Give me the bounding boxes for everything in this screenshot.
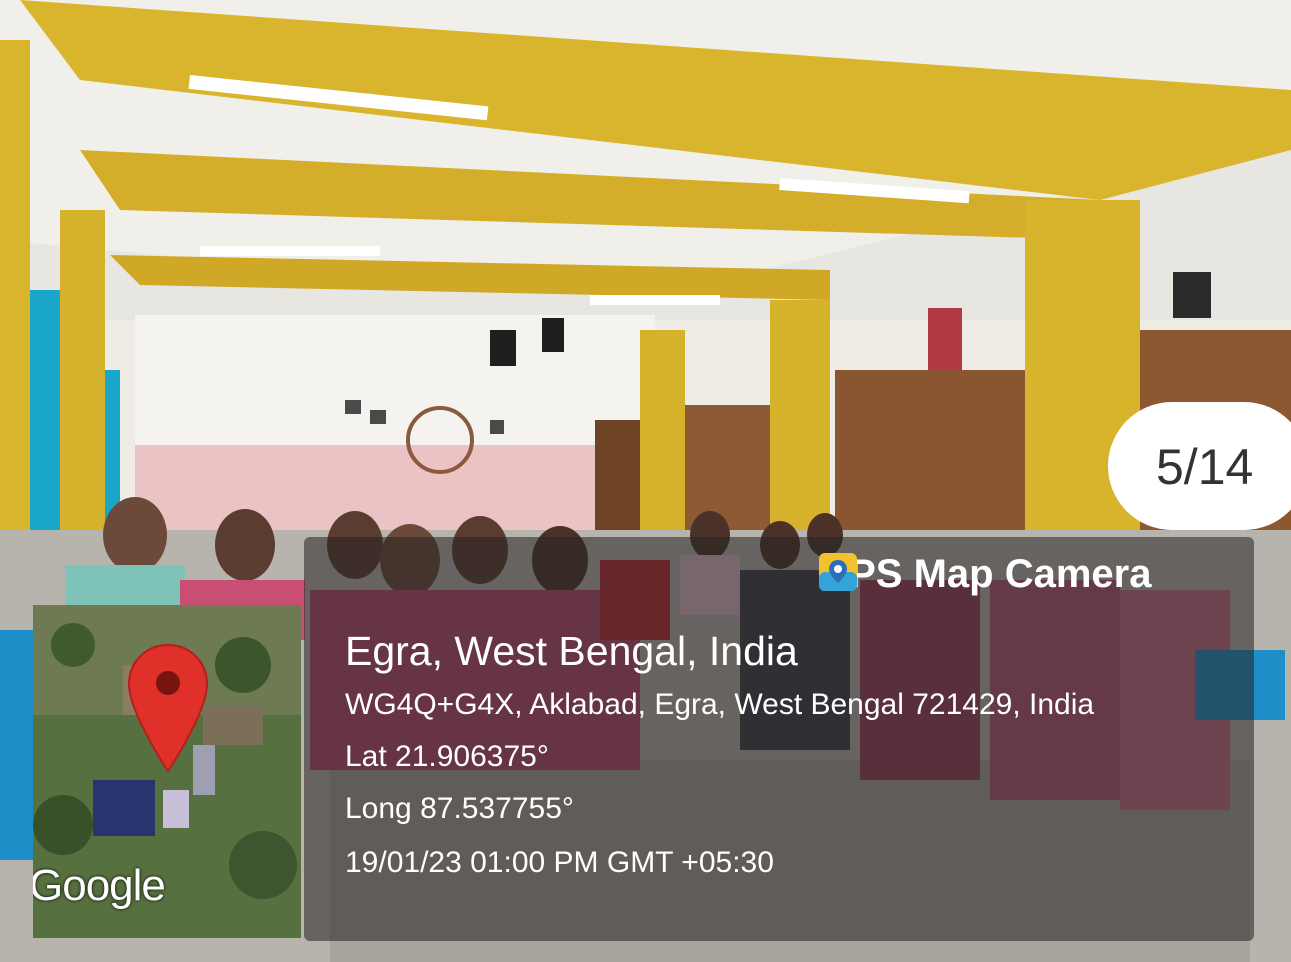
location-longitude: Long 87.537755° xyxy=(345,792,574,825)
map-thumbnail: Google xyxy=(33,605,301,938)
gps-stamp-panel xyxy=(304,537,1254,941)
red-map-pin-icon xyxy=(127,643,209,773)
image-counter-text: 5/14 xyxy=(1156,439,1254,495)
photo: 5/14 GPS Map Camera Egra, West Bengal, I… xyxy=(0,0,1291,962)
map-pin-icon xyxy=(819,553,857,591)
location-place: Egra, West Bengal, India xyxy=(345,628,798,674)
location-latitude: Lat 21.906375° xyxy=(345,740,549,773)
location-datetime: 19/01/23 01:00 PM GMT +05:30 xyxy=(345,846,774,879)
google-logo: Google xyxy=(33,861,166,910)
image-counter-badge: 5/14 xyxy=(1108,402,1291,530)
gps-stamp-brand: GPS Map Camera xyxy=(818,552,1151,596)
location-address: WG4Q+G4X, Aklabad, Egra, West Bengal 721… xyxy=(345,688,1095,721)
gps-stamp-brand-name: GPS Map Camera xyxy=(818,551,1152,596)
